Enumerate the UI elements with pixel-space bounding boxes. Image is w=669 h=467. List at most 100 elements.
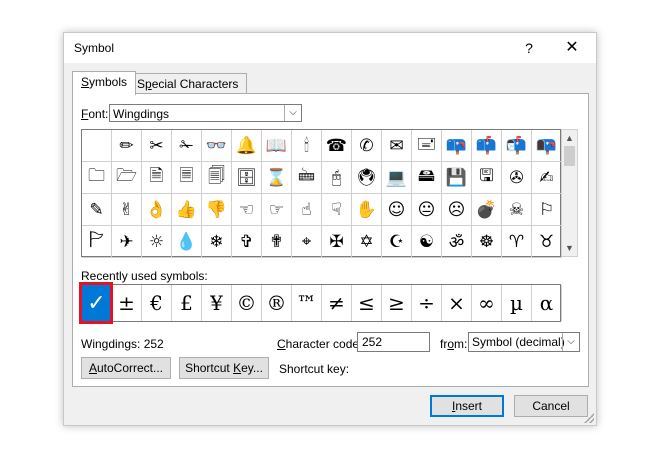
- symbol-cell[interactable]: 🗎: [142, 162, 172, 194]
- recent-symbol[interactable]: ∞: [472, 285, 502, 321]
- recent-symbol[interactable]: £: [172, 285, 202, 321]
- symbol-cell[interactable]: ♈: [502, 226, 532, 258]
- resize-grip[interactable]: [584, 413, 594, 423]
- recent-symbol[interactable]: ≥: [382, 285, 412, 321]
- recent-symbol[interactable]: α: [532, 285, 562, 321]
- recent-symbols[interactable]: ✓ ± € £ ¥ © ® ™ ≠ ≤ ≥ ÷ × ∞ µ α: [81, 284, 562, 322]
- symbol-cell[interactable]: 💻: [382, 162, 412, 194]
- symbol-cell[interactable]: 💾: [442, 162, 472, 194]
- symbol-cell[interactable]: 🏱: [82, 226, 112, 258]
- symbol-cell[interactable]: 🗄: [232, 162, 262, 194]
- symbol-cell[interactable]: ☪: [382, 226, 412, 258]
- recent-symbol[interactable]: ≤: [352, 285, 382, 321]
- symbol-cell[interactable]: ☼: [142, 226, 172, 258]
- symbol-cell[interactable]: ☠: [502, 194, 532, 226]
- recent-symbol[interactable]: ©: [232, 285, 262, 321]
- symbol-cell[interactable]: ♉: [532, 226, 562, 258]
- symbol-cell[interactable]: ☹: [442, 194, 472, 226]
- close-icon[interactable]: ✕: [557, 37, 587, 59]
- recent-symbol[interactable]: µ: [502, 285, 532, 321]
- symbol-cell[interactable]: 🗀: [82, 162, 112, 194]
- symbol-cell[interactable]: 🖰: [322, 162, 352, 194]
- symbol-cell[interactable]: 📬: [502, 130, 532, 162]
- symbol-cell[interactable]: 🖫: [472, 162, 502, 194]
- symbol-cell[interactable]: ⚐: [532, 194, 562, 226]
- recent-symbol-selected[interactable]: ✓: [82, 285, 112, 321]
- symbol-cell[interactable]: 📪: [442, 130, 472, 162]
- recent-symbol[interactable]: ¥: [202, 285, 232, 321]
- symbol-cell[interactable]: 📭: [532, 130, 562, 162]
- symbol-cell[interactable]: ☝: [292, 194, 322, 226]
- tab-special-characters[interactable]: Special Characters: [128, 73, 248, 94]
- symbol-cell[interactable]: 👎: [202, 194, 232, 226]
- insert-button[interactable]: Insert: [430, 395, 504, 417]
- symbol-cell[interactable]: 👌: [142, 194, 172, 226]
- recent-symbol[interactable]: ÷: [412, 285, 442, 321]
- autocorrect-button[interactable]: AutoCorrect...: [81, 357, 171, 379]
- recent-symbol[interactable]: ™: [292, 285, 322, 321]
- symbol-cell[interactable]: ☎: [322, 130, 352, 162]
- symbol-cell[interactable]: ✎: [82, 194, 112, 226]
- symbol-cell[interactable]: ❄: [202, 226, 232, 258]
- symbol-cell[interactable]: ☸: [472, 226, 502, 258]
- symbol-cell[interactable]: ☺: [382, 194, 412, 226]
- symbol-cell[interactable]: 📫: [472, 130, 502, 162]
- symbol-cell[interactable]: 🗏: [172, 162, 202, 194]
- recent-symbol[interactable]: ≠: [322, 285, 352, 321]
- recent-symbol[interactable]: €: [142, 285, 172, 321]
- recent-symbol[interactable]: ×: [442, 285, 472, 321]
- chevron-down-icon[interactable]: ⌵: [562, 333, 579, 351]
- recent-symbol[interactable]: ®: [262, 285, 292, 321]
- symbol-cell[interactable]: 🔔: [232, 130, 262, 162]
- symbol-cell[interactable]: ✌: [112, 194, 142, 226]
- symbol-cell[interactable]: 😐: [412, 194, 442, 226]
- font-dropdown[interactable]: Wingdings ⌵: [109, 104, 302, 122]
- symbol-cell[interactable]: 🖮: [292, 162, 322, 194]
- symbol-cell[interactable]: ✏: [112, 130, 142, 162]
- symbol-cell[interactable]: ✞: [232, 226, 262, 258]
- shortcut-key-button[interactable]: Shortcut Key...: [179, 357, 269, 379]
- symbol-cell[interactable]: 📖: [262, 130, 292, 162]
- symbol-grid[interactable]: ✏ ✂ ✁ 👓 🔔 📖 🕯 ☎ ✆ ✉ 🖃 📪 📫 📬 📭 🗀 🗁 🗎 🗏 🗐 🗄 ⌛ 🖮 🖰 🖲 💻 🖴 💾 🖫 ✇ ✍ ✎ ✌ 👌 👍 👎 ☜ ☞ ☝ ☟…: [81, 129, 562, 258]
- tab-symbols[interactable]: Symbols: [72, 71, 137, 95]
- symbol-cell[interactable]: 🖴: [412, 162, 442, 194]
- symbol-cell[interactable]: 👓: [202, 130, 232, 162]
- symbol-cell[interactable]: [82, 130, 112, 162]
- symbol-cell[interactable]: ✆: [352, 130, 382, 162]
- symbol-cell[interactable]: ॐ: [442, 226, 472, 258]
- recent-symbol[interactable]: ±: [112, 285, 142, 321]
- chevron-down-icon[interactable]: ⌵: [284, 105, 301, 121]
- symbol-cell[interactable]: 🗁: [112, 162, 142, 194]
- symbol-cell[interactable]: 🖃: [412, 130, 442, 162]
- symbol-cell[interactable]: ✉: [382, 130, 412, 162]
- symbol-cell[interactable]: ✟: [262, 226, 292, 258]
- symbol-cell[interactable]: ✂: [142, 130, 172, 162]
- symbol-cell[interactable]: 🗐: [202, 162, 232, 194]
- scroll-down-icon[interactable]: ▼: [562, 240, 577, 256]
- symbol-cell[interactable]: ✋: [352, 194, 382, 226]
- symbol-cell[interactable]: 💧: [172, 226, 202, 258]
- cancel-button[interactable]: Cancel: [514, 395, 588, 417]
- symbol-cell[interactable]: 💣: [472, 194, 502, 226]
- symbol-cell[interactable]: 👍: [172, 194, 202, 226]
- scroll-up-icon[interactable]: ▲: [562, 130, 577, 146]
- symbol-cell[interactable]: 🕯: [292, 130, 322, 162]
- symbol-cell[interactable]: ✍: [532, 162, 562, 194]
- symbol-cell[interactable]: ☯: [412, 226, 442, 258]
- grid-scrollbar[interactable]: ▲ ▼: [561, 129, 578, 257]
- symbol-cell[interactable]: ✈: [112, 226, 142, 258]
- symbol-cell[interactable]: ✇: [502, 162, 532, 194]
- symbol-cell[interactable]: ✡: [352, 226, 382, 258]
- char-code-input[interactable]: 252: [357, 332, 430, 352]
- symbol-cell[interactable]: ☜: [232, 194, 262, 226]
- symbol-cell[interactable]: ✠: [322, 226, 352, 258]
- symbol-cell[interactable]: 🖲: [352, 162, 382, 194]
- symbol-cell[interactable]: ✁: [172, 130, 202, 162]
- symbol-cell[interactable]: ⌖: [292, 226, 322, 258]
- symbol-cell[interactable]: ☞: [262, 194, 292, 226]
- symbol-cell[interactable]: ☟: [322, 194, 352, 226]
- scroll-thumb[interactable]: [564, 146, 575, 166]
- symbol-cell[interactable]: ⌛: [262, 162, 292, 194]
- from-dropdown[interactable]: Symbol (decimal) ⌵: [468, 332, 580, 352]
- help-button[interactable]: ?: [514, 37, 544, 59]
